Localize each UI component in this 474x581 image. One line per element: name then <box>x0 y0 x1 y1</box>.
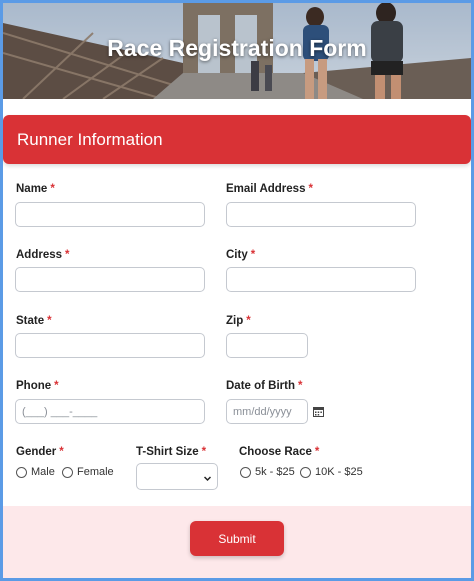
zip-label: Zip * <box>226 315 251 327</box>
gender-female-label: Female <box>77 466 114 478</box>
tshirt-label: T-Shirt Size * <box>136 446 206 458</box>
address-input[interactable] <box>15 267 205 292</box>
form-title: Race Registration Form <box>107 35 367 61</box>
name-label: Name * <box>16 183 55 195</box>
dob-label: Date of Birth * <box>226 380 302 392</box>
address-label-text: Address <box>16 249 63 261</box>
gender-male-radio[interactable] <box>16 467 27 478</box>
city-label: City * <box>226 249 255 261</box>
race-label-text: Choose Race <box>239 446 312 458</box>
required-marker: * <box>246 315 251 327</box>
required-marker: * <box>50 183 55 195</box>
required-marker: * <box>314 446 320 458</box>
phone-input[interactable] <box>15 399 205 424</box>
phone-label-text: Phone <box>16 380 52 392</box>
required-marker: * <box>65 249 70 261</box>
calendar-icon[interactable] <box>313 406 324 417</box>
gender-male-label: Male <box>31 466 55 478</box>
tshirt-label-text: T-Shirt Size <box>136 446 199 458</box>
address-label: Address * <box>16 249 70 261</box>
city-input[interactable] <box>226 267 416 292</box>
gender-label-text: Gender <box>16 446 57 458</box>
gender-female-radio[interactable] <box>62 467 73 478</box>
dob-label-text: Date of Birth <box>226 380 295 392</box>
race-5k-radio[interactable] <box>240 467 251 478</box>
state-label-text: State <box>16 315 45 327</box>
required-marker: * <box>201 446 207 458</box>
form-container: Race Registration Form Runner Informatio… <box>3 3 471 578</box>
section-header: Runner Information <box>3 115 471 164</box>
required-marker: * <box>308 183 313 195</box>
required-marker: * <box>54 380 59 392</box>
state-input[interactable] <box>15 333 205 358</box>
required-marker: * <box>250 249 256 261</box>
race-10k-label: 10K - $25 <box>315 466 363 478</box>
name-label-text: Name <box>16 183 48 195</box>
email-input[interactable] <box>226 202 416 227</box>
required-marker: * <box>47 315 52 327</box>
race-10k-radio[interactable] <box>300 467 311 478</box>
name-input[interactable] <box>15 202 205 227</box>
submit-button[interactable]: Submit <box>190 521 284 556</box>
gender-label: Gender * <box>16 446 64 458</box>
hero-banner: Race Registration Form <box>3 3 471 99</box>
required-marker: * <box>59 446 64 458</box>
email-label-text: Email Address <box>226 183 306 195</box>
race-5k-label: 5k - $25 <box>255 466 295 478</box>
chevron-down-icon <box>204 476 211 482</box>
section-title: Runner Information <box>17 130 163 149</box>
tshirt-select[interactable] <box>136 463 218 490</box>
state-label: State * <box>16 315 52 327</box>
phone-label: Phone * <box>16 380 59 392</box>
race-label: Choose Race * <box>239 446 319 458</box>
city-label-text: City <box>226 249 248 261</box>
zip-input[interactable] <box>226 333 308 358</box>
email-label: Email Address * <box>226 183 313 195</box>
zip-label-text: Zip <box>226 315 244 327</box>
required-marker: * <box>298 380 303 392</box>
dob-input[interactable] <box>226 399 308 424</box>
